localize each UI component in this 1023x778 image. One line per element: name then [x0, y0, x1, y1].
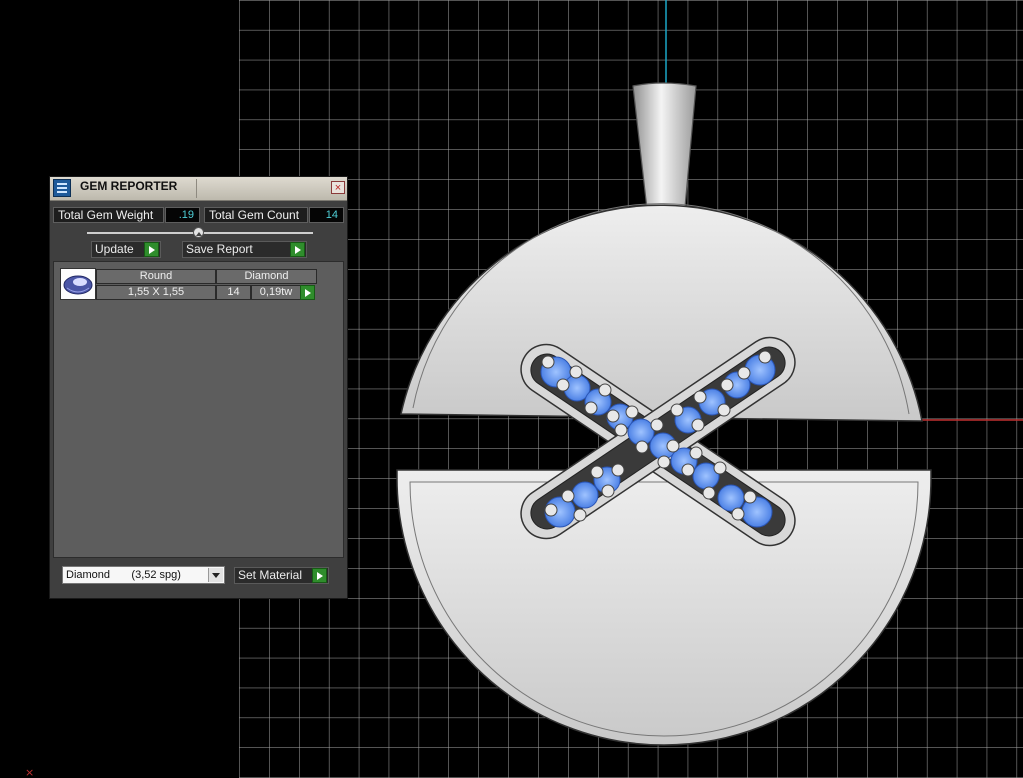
play-icon — [290, 242, 305, 257]
gem-thumbnail-icon — [60, 268, 96, 300]
material-select-value: Diamond (3,52 spg) — [66, 569, 181, 581]
total-gem-weight-value: .19 — [165, 207, 200, 223]
chevron-down-icon[interactable] — [208, 568, 223, 582]
material-header: Diamond — [216, 269, 317, 284]
set-material-button-label: Set Material — [238, 568, 303, 582]
close-icon[interactable]: × — [331, 181, 345, 194]
panel-splitter-handle[interactable] — [193, 227, 204, 238]
shape-header: Round — [96, 269, 216, 284]
update-button-label: Update — [95, 242, 134, 256]
title-divider — [196, 179, 197, 198]
total-gem-count-label: Total Gem Count — [204, 207, 308, 223]
gem-list[interactable]: Round Diamond 1,55 X 1,55 14 0,19tw — [53, 261, 344, 558]
origin-marker: × — [25, 766, 34, 778]
set-material-button[interactable]: Set Material — [234, 567, 329, 584]
gem-reporter-icon — [53, 179, 71, 197]
gem-row-select-icon[interactable] — [300, 285, 315, 300]
play-icon — [144, 242, 159, 257]
material-select[interactable]: Diamond (3,52 spg) — [62, 566, 225, 584]
total-gem-count-value: 14 — [309, 207, 344, 223]
total-gem-weight-label: Total Gem Weight — [53, 207, 164, 223]
save-report-button[interactable]: Save Report — [182, 241, 307, 258]
gem-weight-cell: 0,19tw — [251, 285, 301, 300]
gem-size-cell: 1,55 X 1,55 — [96, 285, 216, 300]
save-report-button-label: Save Report — [186, 242, 253, 256]
update-button[interactable]: Update — [91, 241, 161, 258]
panel-titlebar[interactable]: GEM REPORTER × — [50, 177, 347, 201]
gem-count-cell: 14 — [216, 285, 251, 300]
gem-reporter-panel: GEM REPORTER × Total Gem Weight .19 Tota… — [49, 176, 348, 599]
panel-title: GEM REPORTER — [80, 179, 178, 193]
play-icon — [312, 568, 327, 583]
